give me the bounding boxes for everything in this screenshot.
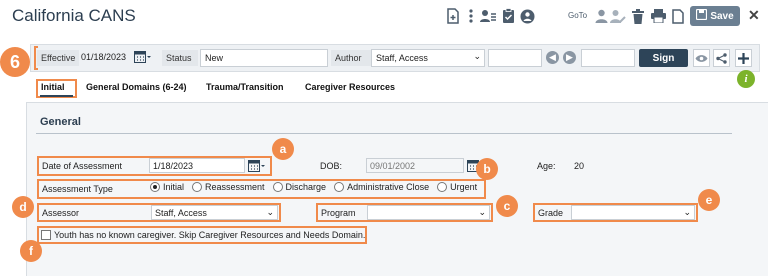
- page-icon[interactable]: [670, 8, 686, 24]
- radio-circle-discharge[interactable]: [272, 182, 283, 192]
- radio-circle-urgent[interactable]: [437, 182, 448, 192]
- radio-reassessment[interactable]: Reassessment: [192, 182, 265, 192]
- radio-label-discharge: Discharge: [285, 182, 327, 192]
- radio-initial[interactable]: Initial: [150, 182, 184, 192]
- status-label: Status: [162, 50, 198, 66]
- tab-initial[interactable]: Initial: [41, 82, 65, 92]
- author-value: Staff, Access: [376, 53, 428, 63]
- share-icon[interactable]: [713, 49, 730, 67]
- tab-trauma-transition[interactable]: Trauma/Transition: [206, 82, 284, 92]
- assessment-type-radio-group: Initial Reassessment Discharge Administrati…: [150, 182, 485, 194]
- chevron-down-icon: ⌄: [266, 207, 274, 217]
- page-title: California CANS: [12, 6, 136, 25]
- plus-icon[interactable]: [735, 49, 752, 67]
- assessor-select[interactable]: Staff, Access ⌄: [151, 205, 278, 220]
- section-title: General: [40, 116, 81, 128]
- chevron-down-icon: ⌄: [478, 207, 486, 217]
- assessor-label: Assessor: [42, 208, 80, 218]
- prev-icon[interactable]: ◀: [546, 51, 559, 64]
- next-icon[interactable]: ▶: [563, 51, 576, 64]
- kebab-menu-icon[interactable]: [463, 8, 479, 24]
- radio-label-urgent: Urgent: [450, 182, 478, 192]
- blank-field-1[interactable]: [488, 49, 542, 67]
- calendar-icon[interactable]: [134, 50, 151, 66]
- dob-label: DOB:: [320, 161, 343, 171]
- radio-label-administrative-close: Administrative Close: [347, 182, 430, 192]
- status-field: New: [200, 49, 328, 67]
- blank-field-2[interactable]: [581, 49, 635, 67]
- effective-label: Effective: [37, 50, 79, 66]
- radio-administrative-close[interactable]: Administrative Close: [334, 182, 429, 192]
- goto-icon[interactable]: [519, 8, 535, 24]
- effective-date-value[interactable]: 01/18/2023: [81, 52, 126, 62]
- tab-caregiver-resources[interactable]: Caregiver Resources: [305, 82, 395, 92]
- save-icon: [696, 8, 708, 23]
- document-plus-icon[interactable]: [445, 8, 461, 24]
- radio-circle-reassessment[interactable]: [192, 182, 203, 192]
- close-icon[interactable]: ✕: [748, 7, 760, 24]
- radio-urgent[interactable]: Urgent: [437, 182, 477, 192]
- user-icon[interactable]: [593, 8, 609, 24]
- print-icon[interactable]: [650, 8, 666, 24]
- program-label: Program: [321, 208, 356, 218]
- callout-step-6: 6: [0, 47, 30, 77]
- radio-label-reassessment: Reassessment: [205, 182, 265, 192]
- date-of-assessment-label: Date of Assessment: [42, 161, 123, 171]
- radio-label-initial: Initial: [163, 182, 185, 192]
- user-list-icon[interactable]: [480, 8, 496, 24]
- callout-e: e: [698, 189, 720, 211]
- callout-c: c: [496, 195, 518, 217]
- tab-general-domains[interactable]: General Domains (6-24): [86, 82, 187, 92]
- no-caregiver-checkbox[interactable]: [41, 230, 51, 240]
- trash-icon[interactable]: [630, 8, 646, 24]
- save-label: Save: [710, 10, 734, 22]
- dob-input: 09/01/2002: [366, 158, 464, 173]
- assessor-value: Staff, Access: [155, 208, 207, 218]
- grade-select[interactable]: ⌄: [571, 205, 695, 220]
- callout-b: b: [476, 158, 498, 180]
- age-label: Age:: [537, 161, 556, 171]
- assessment-type-label: Assessment Type: [42, 184, 113, 194]
- callout-a: a: [272, 138, 294, 160]
- goto-label[interactable]: GoTo: [568, 11, 587, 20]
- clipboard-check-icon[interactable]: [500, 8, 516, 24]
- radio-circle-administrative-close[interactable]: [334, 182, 345, 192]
- program-select[interactable]: ⌄: [367, 205, 490, 220]
- section-divider: [36, 133, 732, 134]
- date-of-assessment-input[interactable]: 1/18/2023: [149, 158, 245, 173]
- no-caregiver-label: Youth has no known caregiver. Skip Careg…: [54, 230, 366, 240]
- sign-button[interactable]: Sign: [639, 49, 688, 67]
- radio-discharge[interactable]: Discharge: [272, 182, 327, 192]
- tab-initial-underline: [40, 95, 73, 97]
- grade-label: Grade: [538, 208, 564, 218]
- callout-d: d: [12, 196, 34, 218]
- age-value: 20: [574, 161, 585, 171]
- eye-icon[interactable]: [693, 49, 710, 67]
- chevron-down-icon: ⌄: [473, 51, 481, 61]
- save-button[interactable]: Save: [690, 6, 740, 26]
- author-select[interactable]: Staff, Access ⌄: [371, 49, 485, 67]
- radio-circle-initial[interactable]: [150, 182, 160, 192]
- chevron-down-icon: ⌄: [683, 207, 691, 217]
- author-label: Author: [331, 50, 371, 66]
- user-edit-icon[interactable]: [610, 8, 626, 24]
- info-icon[interactable]: i: [737, 70, 755, 88]
- calendar-icon[interactable]: [248, 159, 265, 175]
